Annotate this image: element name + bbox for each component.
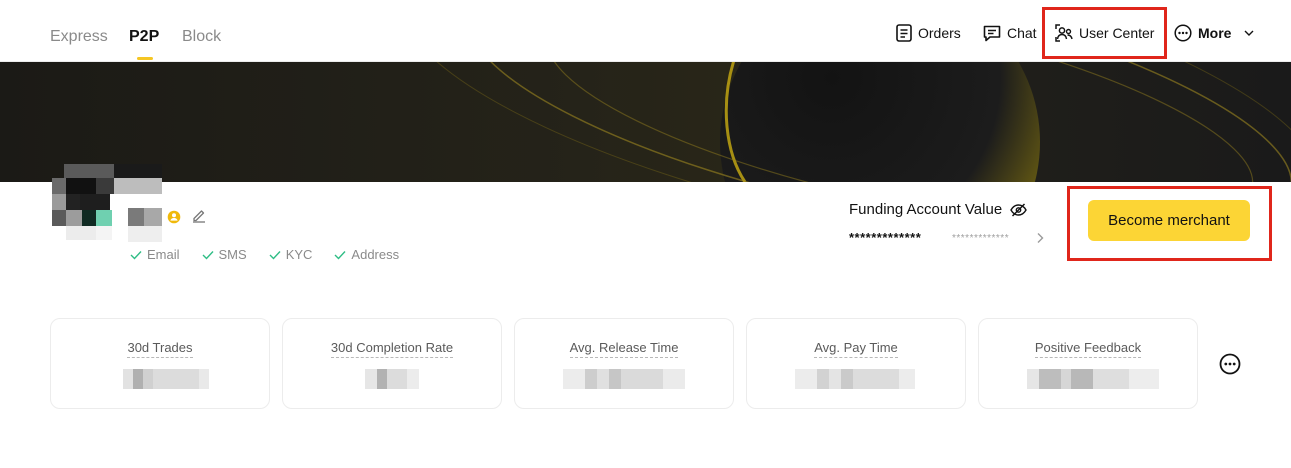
stat-card-30d-trades: 30d Trades <box>50 318 270 409</box>
more-dots-icon <box>1174 24 1192 42</box>
tab-express[interactable]: Express <box>50 27 108 47</box>
stat-value-blurred <box>515 369 735 389</box>
chat-icon <box>983 25 1001 41</box>
eye-slash-icon[interactable] <box>1010 202 1027 217</box>
profile-banner <box>0 62 1291 182</box>
become-merchant-button[interactable]: Become merchant <box>1088 200 1250 241</box>
chevron-down-icon <box>1244 30 1254 36</box>
more-menu[interactable]: More <box>1174 22 1255 44</box>
check-icon <box>269 250 281 260</box>
orders-icon <box>896 24 912 42</box>
stat-label[interactable]: Avg. Release Time <box>515 340 733 358</box>
user-center-icon <box>1055 24 1073 42</box>
stat-value-blurred <box>979 369 1199 389</box>
badge-sms: SMS <box>202 247 247 262</box>
chat-label: Chat <box>1007 25 1037 41</box>
stat-value-blurred <box>747 369 967 389</box>
stat-card-avg-pay-time: Avg. Pay Time <box>746 318 966 409</box>
tab-p2p[interactable]: P2P <box>129 27 159 47</box>
badge-label: KYC <box>285 247 313 262</box>
check-icon <box>202 250 214 260</box>
username-blurred <box>128 208 162 242</box>
chevron-right-icon[interactable] <box>1035 232 1045 244</box>
orders-label: Orders <box>918 25 961 41</box>
check-icon <box>334 250 346 260</box>
badge-label: Address <box>351 247 400 262</box>
more-label: More <box>1198 25 1232 41</box>
orders-link[interactable]: Orders <box>896 22 961 44</box>
more-stats-icon[interactable] <box>1219 353 1241 375</box>
stat-label[interactable]: 30d Completion Rate <box>283 340 501 358</box>
stat-card-30d-completion-rate: 30d Completion Rate <box>282 318 502 409</box>
stat-card-positive-feedback: Positive Feedback <box>978 318 1198 409</box>
chat-link[interactable]: Chat <box>983 22 1037 44</box>
funding-account-value: ************* <box>849 230 922 245</box>
tab-block[interactable]: Block <box>182 27 221 47</box>
top-navigation: Express P2P Block Orders Chat User Cente… <box>0 0 1291 62</box>
funding-account-title: Funding Account Value <box>849 201 1003 218</box>
stat-label[interactable]: 30d Trades <box>51 340 269 358</box>
active-tab-indicator <box>137 57 153 60</box>
badge-kyc: KYC <box>269 247 313 262</box>
stat-label[interactable]: Positive Feedback <box>979 340 1197 358</box>
funding-account-fiat-value: ************* <box>952 233 1010 244</box>
verification-badges: Email SMS KYC Address <box>130 247 399 262</box>
verified-user-icon <box>167 210 181 224</box>
planet-illustration <box>398 62 1291 182</box>
badge-address: Address <box>334 247 399 262</box>
stat-value-blurred <box>51 369 271 389</box>
stat-value-blurred <box>283 369 503 389</box>
stat-label[interactable]: Avg. Pay Time <box>747 340 965 358</box>
edit-icon[interactable] <box>191 207 207 223</box>
stat-card-avg-release-time: Avg. Release Time <box>514 318 734 409</box>
badge-label: SMS <box>218 247 247 262</box>
badge-email: Email <box>130 247 180 262</box>
funding-account-label: Funding Account Value <box>849 201 1027 218</box>
badge-label: Email <box>147 247 180 262</box>
user-center-link[interactable]: User Center <box>1055 22 1154 44</box>
user-center-label: User Center <box>1079 25 1155 41</box>
check-icon <box>130 250 142 260</box>
